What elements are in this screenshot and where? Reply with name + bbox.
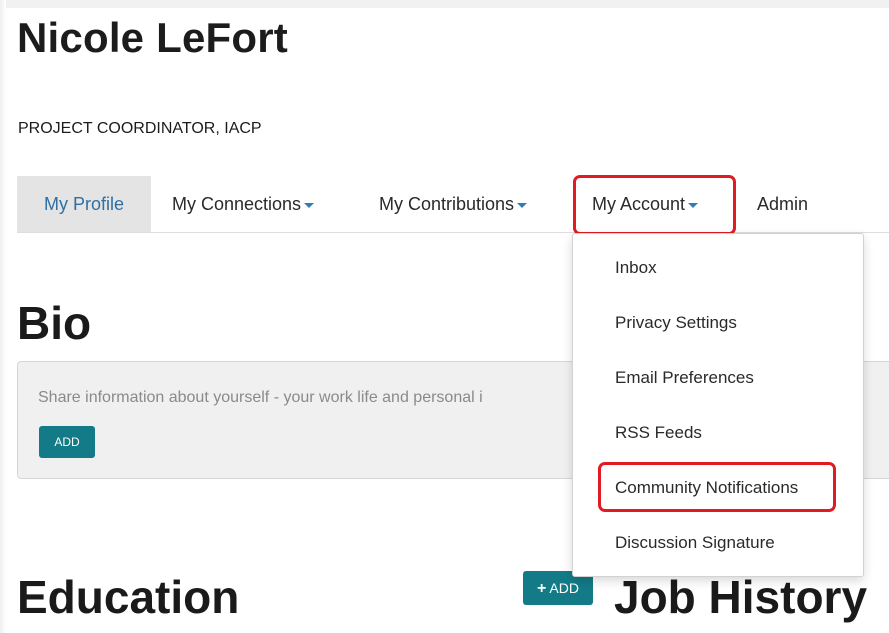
- profile-nav: My Profile My Connections My Contributio…: [17, 176, 889, 233]
- menu-item-discussion-signature[interactable]: Discussion Signature: [615, 533, 775, 553]
- tab-my-connections[interactable]: My Connections: [172, 176, 315, 232]
- bio-add-button[interactable]: ADD: [39, 426, 95, 458]
- menu-item-inbox[interactable]: Inbox: [615, 258, 657, 278]
- education-heading: Education: [17, 571, 240, 623]
- profile-title: PROJECT COORDINATOR, IACP: [18, 120, 262, 137]
- profile-name: Nicole LeFort: [17, 14, 288, 61]
- education-add-label: ADD: [549, 580, 579, 596]
- caret-down-icon: [304, 202, 315, 208]
- bio-placeholder-text: Share information about yourself - your …: [38, 389, 483, 406]
- my-account-dropdown: Inbox Privacy Settings Email Preferences…: [572, 233, 864, 577]
- community-notifications-highlight: [598, 462, 836, 512]
- tab-my-contributions[interactable]: My Contributions: [379, 176, 528, 232]
- menu-item-privacy-settings[interactable]: Privacy Settings: [615, 313, 737, 333]
- tab-label: My Profile: [43, 194, 124, 214]
- page-left-shadow: [0, 0, 6, 633]
- job-history-heading: Job History: [614, 571, 868, 623]
- page-top-border: [0, 0, 889, 8]
- tab-label: My Contributions: [379, 194, 515, 214]
- tab-label: My Connections: [172, 194, 302, 214]
- bio-heading: Bio: [17, 297, 92, 349]
- plus-icon: +: [537, 580, 547, 597]
- caret-down-icon: [517, 202, 528, 208]
- my-account-highlight: [573, 175, 736, 235]
- tab-admin[interactable]: Admin: [757, 176, 808, 232]
- tab-label: Admin: [757, 194, 809, 214]
- menu-item-rss-feeds[interactable]: RSS Feeds: [615, 423, 702, 443]
- menu-item-email-preferences[interactable]: Email Preferences: [615, 368, 754, 388]
- tab-my-profile[interactable]: My Profile: [17, 176, 151, 232]
